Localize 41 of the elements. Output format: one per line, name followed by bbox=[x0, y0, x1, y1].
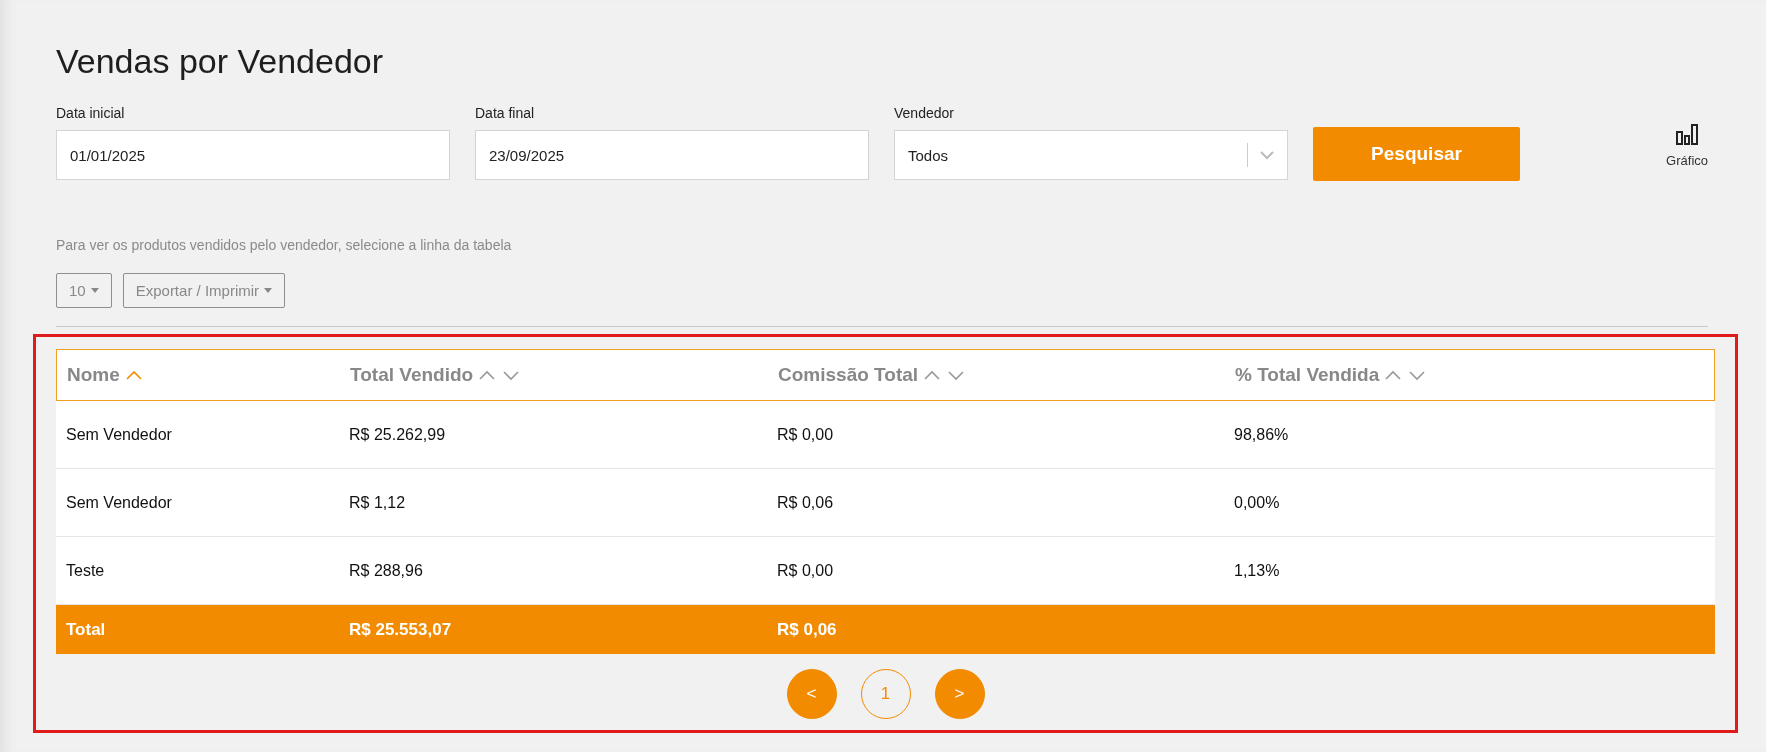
table-cell-text: R$ 25.262,99 bbox=[348, 425, 447, 444]
field-label: Data inicial bbox=[56, 105, 126, 121]
date-field[interactable]: 23/09/2025 bbox=[475, 130, 869, 180]
column-header[interactable]: Nome bbox=[57, 364, 340, 386]
chart-button[interactable]: Gráfico bbox=[1666, 123, 1708, 168]
table-row[interactable]: Sem Vendedor R$ 25.262,99 R$ 0,00 98,86% bbox=[56, 401, 1715, 469]
column-header[interactable]: Total Vendido bbox=[340, 364, 768, 386]
table-row[interactable]: Sem Vendedor R$ 1,12 R$ 0,06 0,00% bbox=[56, 469, 1715, 537]
caret-icon bbox=[264, 288, 273, 293]
bar-chart-icon bbox=[1676, 123, 1699, 145]
field-label: Vendedor bbox=[894, 105, 955, 121]
table-cell-text: 98,86% bbox=[1233, 425, 1290, 444]
page-button[interactable]: 1 bbox=[860, 669, 911, 719]
table-cell-text: Teste bbox=[65, 561, 106, 580]
search-button[interactable]: Pesquisar bbox=[1313, 127, 1520, 181]
export-dropdown[interactable]: Exportar / Imprimir bbox=[122, 273, 286, 308]
table-cell-text: R$ 0,00 bbox=[776, 425, 835, 444]
column-header[interactable]: Comissão Total bbox=[768, 364, 1225, 386]
table-cell-text: 1,13% bbox=[1233, 561, 1281, 580]
date-field[interactable]: 01/01/2025 bbox=[56, 130, 450, 180]
total-cell-text: Total bbox=[65, 619, 107, 640]
page-size-dropdown[interactable]: 10 bbox=[56, 273, 112, 308]
page-button[interactable]: > bbox=[934, 669, 985, 719]
table-cell-text: Sem Vendedor bbox=[65, 493, 173, 512]
chevron-down-icon bbox=[1260, 150, 1274, 160]
seller-select[interactable]: Todos bbox=[894, 130, 1288, 180]
page-title: Vendas por Vendedor bbox=[56, 42, 385, 81]
field-label: Data final bbox=[475, 105, 536, 121]
total-cell-text: R$ 25.553,07 bbox=[348, 619, 453, 640]
table-cell-text: R$ 0,06 bbox=[776, 493, 835, 512]
hint-text: Para ver os produtos vendidos pelo vendedor, selecione a linha da tabela bbox=[56, 237, 513, 253]
table-cell-text: R$ 1,12 bbox=[348, 493, 407, 512]
table-cell-text: Sem Vendedor bbox=[65, 425, 173, 444]
column-header[interactable]: % Total Vendida bbox=[1225, 364, 1714, 386]
page-button[interactable]: < bbox=[786, 669, 837, 719]
table-row[interactable]: Teste R$ 288,96 R$ 0,00 1,13% bbox=[56, 537, 1715, 605]
table-cell-text: R$ 0,00 bbox=[776, 561, 835, 580]
table-cell-text: R$ 288,96 bbox=[348, 561, 424, 580]
caret-icon bbox=[90, 288, 99, 293]
total-cell-text: R$ 0,06 bbox=[776, 619, 838, 640]
table-cell-text: 0,00% bbox=[1233, 493, 1281, 512]
